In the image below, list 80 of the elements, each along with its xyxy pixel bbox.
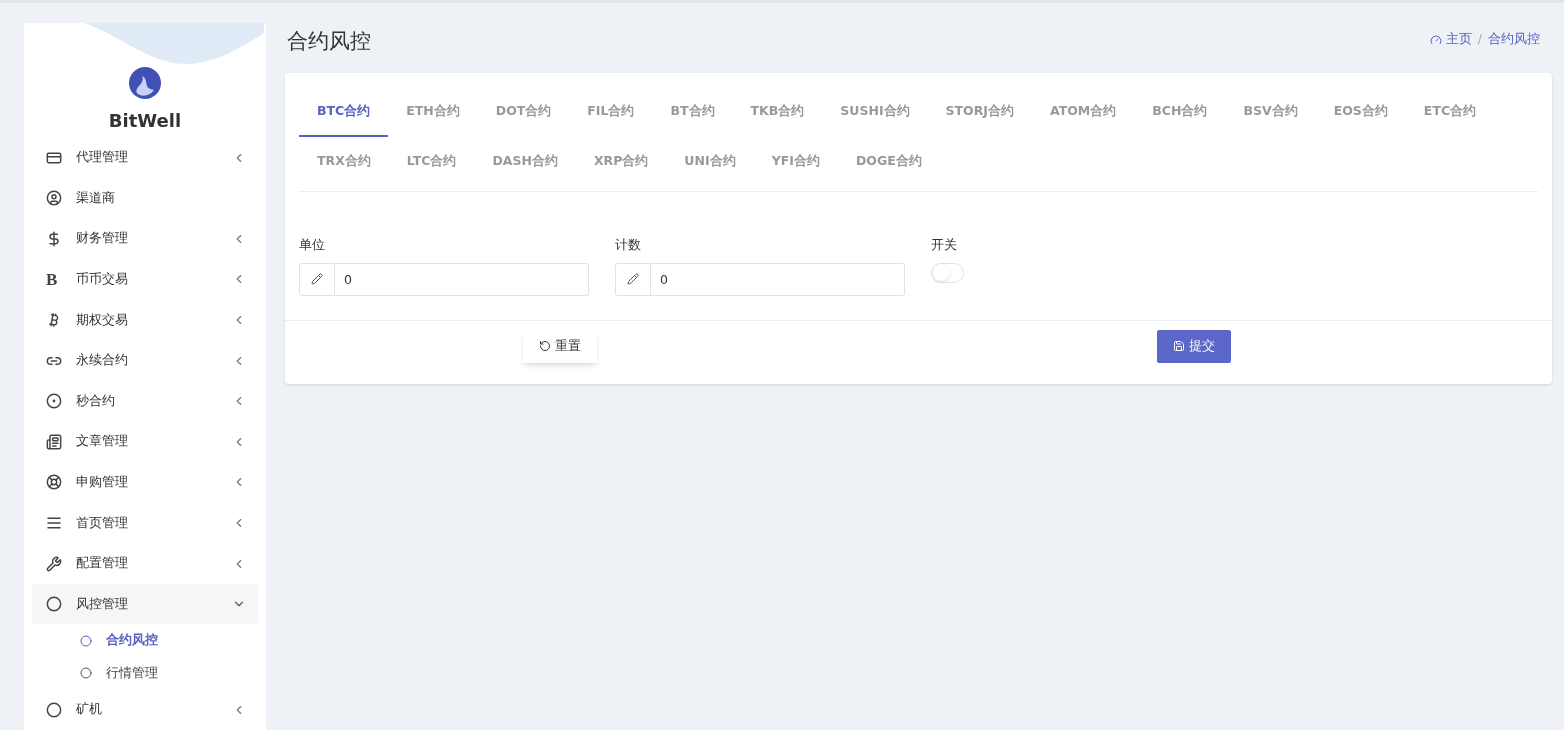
submenu-label: 合约风控: [106, 631, 158, 650]
lifebuoy-icon: [46, 474, 62, 491]
tab[interactable]: XRP合约: [575, 137, 667, 187]
tab[interactable]: ETH合约: [388, 87, 478, 137]
reset-icon: [539, 340, 552, 353]
logo-icon: [128, 66, 162, 100]
submit-button[interactable]: 提交: [1156, 329, 1231, 363]
tab[interactable]: DASH合约: [474, 137, 576, 187]
tab[interactable]: ATOM合约: [1032, 87, 1135, 137]
user-icon: [46, 190, 62, 207]
wrench-icon: [46, 555, 62, 572]
brand-name: BitWell: [108, 109, 182, 133]
sidebar-item[interactable]: 永续合约: [32, 340, 258, 381]
tab[interactable]: DOGE合约: [837, 137, 940, 187]
field-label: 计数: [615, 236, 642, 254]
circle-icon: [46, 701, 62, 718]
sidebar-label: 币币交易: [76, 270, 129, 288]
input-field[interactable]: 0: [651, 262, 905, 296]
circle-icon: [80, 667, 92, 680]
sidebar-label: 申购管理: [76, 472, 129, 491]
input-field[interactable]: 0: [335, 262, 589, 296]
tab[interactable]: STORJ合约: [927, 87, 1032, 137]
glyph-icon: B: [46, 270, 62, 288]
sidebar-item[interactable]: 代理管理: [32, 137, 258, 178]
dollar-icon: [46, 230, 62, 247]
sidebar-item[interactable]: 秒合约: [32, 380, 258, 422]
circle-icon: [46, 596, 62, 613]
sidebar-item[interactable]: 申购管理: [32, 462, 258, 503]
tab[interactable]: TKB合约: [732, 87, 823, 137]
breadcrumb-link[interactable]: 主页: [1429, 30, 1472, 49]
tab[interactable]: BCH合约: [1134, 87, 1226, 137]
tab[interactable]: YFI合约: [753, 137, 838, 187]
tab[interactable]: SUSHI合约: [822, 87, 928, 137]
sidebar-item[interactable]: 风控管理: [32, 583, 258, 625]
sidebar-item[interactable]: B 币币交易: [32, 259, 258, 300]
pencil-icon: [311, 273, 323, 286]
sidebar-label: 秒合约: [76, 391, 116, 410]
save-icon: [1172, 340, 1185, 353]
sidebar-label: 配置管理: [76, 554, 129, 573]
breadcrumb-separator: /: [1477, 30, 1482, 49]
sidebar-label: 代理管理: [76, 148, 129, 167]
newspaper-icon: [46, 433, 62, 450]
sidebar-label: 首页管理: [76, 513, 129, 532]
tab[interactable]: BTC合约: [299, 87, 389, 137]
sidebar-item[interactable]: 首页管理: [32, 502, 258, 544]
sidebar-label: 矿机: [76, 700, 103, 719]
sidebar-item[interactable]: 期权交易: [32, 299, 258, 341]
sidebar-label: 财务管理: [76, 229, 129, 248]
tab[interactable]: BSV合约: [1225, 87, 1316, 137]
sidebar-label: 永续合约: [76, 351, 129, 370]
submenu-item[interactable]: 行情管理: [32, 656, 258, 690]
sidebar-item[interactable]: 配置管理: [32, 543, 258, 584]
tab[interactable]: EOS合约: [1315, 87, 1406, 137]
sidebar-item[interactable]: 矿机: [32, 689, 258, 730]
sidebar-item[interactable]: 文章管理: [32, 421, 258, 463]
tab[interactable]: ETC合约: [1405, 87, 1495, 137]
reset-button[interactable]: 重置: [523, 329, 598, 363]
toggle-switch[interactable]: [931, 262, 964, 283]
breadcrumb-current: 合约风控: [1488, 30, 1540, 49]
target-icon: [46, 393, 62, 410]
pencil-icon: [627, 273, 639, 286]
tab[interactable]: BT合约: [652, 87, 733, 137]
tab[interactable]: TRX合约: [299, 137, 389, 187]
tab[interactable]: UNI合约: [666, 137, 754, 187]
tab[interactable]: DOT合约: [477, 87, 570, 137]
tab[interactable]: LTC合约: [388, 137, 475, 187]
sidebar-item[interactable]: 财务管理: [32, 218, 258, 260]
sidebar-label: 期权交易: [76, 310, 129, 329]
dashboard-icon: [1429, 33, 1442, 46]
sidebar-label: 渠道商: [76, 188, 116, 207]
switch-label: 开关: [931, 236, 958, 254]
circle-icon: [80, 634, 92, 647]
sidebar-label: 风控管理: [76, 594, 129, 613]
page-title: 合约风控: [287, 27, 371, 55]
tab[interactable]: FIL合约: [569, 87, 653, 137]
sidebar-label: 文章管理: [76, 432, 129, 451]
field-label: 单位: [299, 236, 326, 254]
sidebar-item[interactable]: 渠道商: [32, 177, 258, 219]
submenu-label: 行情管理: [106, 663, 158, 682]
submenu-item[interactable]: 合约风控: [32, 624, 258, 657]
